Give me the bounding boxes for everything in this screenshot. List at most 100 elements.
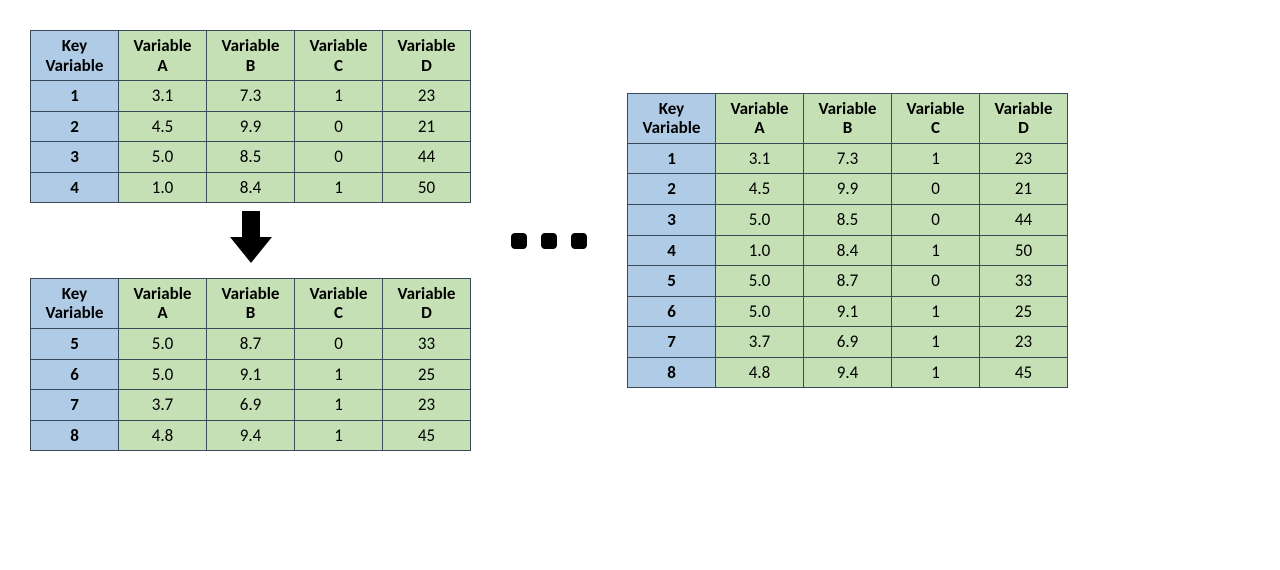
cell-var-a: 4.5 bbox=[119, 111, 207, 142]
cell-key: 4 bbox=[628, 235, 716, 266]
table-row: 55.08.7033 bbox=[628, 266, 1068, 297]
table-row: 65.09.1125 bbox=[31, 359, 471, 390]
cell-var-d: 50 bbox=[980, 235, 1068, 266]
cell-var-d: 23 bbox=[383, 81, 471, 112]
cell-var-a: 4.8 bbox=[716, 357, 804, 388]
header-var-d: VariableD bbox=[383, 278, 471, 328]
table-header-row: KeyVariable VariableA VariableB Variable… bbox=[31, 31, 471, 81]
cell-key: 2 bbox=[628, 174, 716, 205]
cell-var-d: 25 bbox=[383, 359, 471, 390]
table-row: 24.59.9021 bbox=[628, 174, 1068, 205]
cell-var-c: 0 bbox=[892, 205, 980, 236]
cell-var-c: 1 bbox=[295, 81, 383, 112]
cell-var-c: 1 bbox=[295, 390, 383, 421]
cell-var-d: 50 bbox=[383, 172, 471, 203]
cell-var-a: 1.0 bbox=[119, 172, 207, 203]
cell-var-b: 9.9 bbox=[804, 174, 892, 205]
cell-var-b: 8.5 bbox=[207, 142, 295, 173]
header-var-b: VariableB bbox=[804, 93, 892, 143]
table-merged-body: 13.17.312324.59.902135.08.504441.08.4150… bbox=[628, 143, 1068, 387]
cell-key: 3 bbox=[628, 205, 716, 236]
header-var-c: VariableC bbox=[295, 31, 383, 81]
cell-var-a: 1.0 bbox=[716, 235, 804, 266]
cell-key: 7 bbox=[628, 327, 716, 358]
cell-var-a: 5.0 bbox=[119, 359, 207, 390]
cell-var-c: 1 bbox=[892, 327, 980, 358]
cell-key: 8 bbox=[31, 420, 119, 451]
table-merged: KeyVariable VariableA VariableB Variable… bbox=[627, 93, 1068, 388]
cell-var-c: 0 bbox=[295, 111, 383, 142]
cell-var-a: 5.0 bbox=[119, 328, 207, 359]
cell-var-d: 44 bbox=[383, 142, 471, 173]
cell-key: 1 bbox=[31, 81, 119, 112]
diagram-layout: KeyVariable VariableA VariableB Variable… bbox=[30, 30, 1250, 451]
cell-var-b: 8.7 bbox=[207, 328, 295, 359]
table-row: 35.08.5044 bbox=[628, 205, 1068, 236]
cell-key: 7 bbox=[31, 390, 119, 421]
cell-key: 3 bbox=[31, 142, 119, 173]
cell-var-c: 1 bbox=[892, 357, 980, 388]
cell-var-a: 3.1 bbox=[716, 143, 804, 174]
table-top-body: 13.17.312324.59.902135.08.504441.08.4150 bbox=[31, 81, 471, 203]
header-var-d: VariableD bbox=[383, 31, 471, 81]
cell-var-b: 9.1 bbox=[804, 296, 892, 327]
cell-var-b: 9.4 bbox=[804, 357, 892, 388]
header-var-a: VariableA bbox=[716, 93, 804, 143]
cell-key: 2 bbox=[31, 111, 119, 142]
cell-var-c: 1 bbox=[295, 420, 383, 451]
header-key: KeyVariable bbox=[31, 31, 119, 81]
cell-var-c: 0 bbox=[295, 328, 383, 359]
table-row: 35.08.5044 bbox=[31, 142, 471, 173]
table-row: 65.09.1125 bbox=[628, 296, 1068, 327]
cell-var-b: 7.3 bbox=[804, 143, 892, 174]
cell-key: 6 bbox=[628, 296, 716, 327]
cell-var-a: 4.5 bbox=[716, 174, 804, 205]
cell-var-c: 1 bbox=[295, 172, 383, 203]
table-row: 73.76.9123 bbox=[628, 327, 1068, 358]
right-column: KeyVariable VariableA VariableB Variable… bbox=[627, 93, 1068, 388]
ellipsis-icon bbox=[511, 233, 587, 249]
cell-var-d: 44 bbox=[980, 205, 1068, 236]
table-row: 84.89.4145 bbox=[628, 357, 1068, 388]
cell-var-c: 0 bbox=[892, 174, 980, 205]
cell-key: 4 bbox=[31, 172, 119, 203]
header-var-c: VariableC bbox=[892, 93, 980, 143]
cell-var-d: 45 bbox=[980, 357, 1068, 388]
cell-var-c: 1 bbox=[892, 235, 980, 266]
header-var-a: VariableA bbox=[119, 31, 207, 81]
cell-var-a: 4.8 bbox=[119, 420, 207, 451]
cell-key: 5 bbox=[31, 328, 119, 359]
cell-var-b: 7.3 bbox=[207, 81, 295, 112]
table-row: 55.08.7033 bbox=[31, 328, 471, 359]
table-row: 24.59.9021 bbox=[31, 111, 471, 142]
cell-var-a: 3.7 bbox=[716, 327, 804, 358]
cell-var-d: 21 bbox=[980, 174, 1068, 205]
cell-var-b: 9.4 bbox=[207, 420, 295, 451]
table-row: 73.76.9123 bbox=[31, 390, 471, 421]
cell-key: 5 bbox=[628, 266, 716, 297]
cell-var-c: 1 bbox=[892, 143, 980, 174]
cell-var-b: 8.5 bbox=[804, 205, 892, 236]
cell-var-b: 6.9 bbox=[207, 390, 295, 421]
header-var-d: VariableD bbox=[980, 93, 1068, 143]
table-header-row: KeyVariable VariableA VariableB Variable… bbox=[31, 278, 471, 328]
left-column: KeyVariable VariableA VariableB Variable… bbox=[30, 30, 471, 451]
cell-key: 1 bbox=[628, 143, 716, 174]
cell-var-d: 33 bbox=[980, 266, 1068, 297]
cell-var-a: 3.1 bbox=[119, 81, 207, 112]
header-key: KeyVariable bbox=[31, 278, 119, 328]
table-bottom-body: 55.08.703365.09.112573.76.912384.89.4145 bbox=[31, 328, 471, 450]
cell-var-d: 21 bbox=[383, 111, 471, 142]
table-bottom: KeyVariable VariableA VariableB Variable… bbox=[30, 278, 471, 451]
cell-var-a: 5.0 bbox=[119, 142, 207, 173]
cell-var-b: 6.9 bbox=[804, 327, 892, 358]
cell-var-c: 1 bbox=[892, 296, 980, 327]
cell-var-a: 5.0 bbox=[716, 205, 804, 236]
cell-var-a: 5.0 bbox=[716, 296, 804, 327]
cell-var-a: 3.7 bbox=[119, 390, 207, 421]
cell-var-d: 23 bbox=[980, 143, 1068, 174]
table-header-row: KeyVariable VariableA VariableB Variable… bbox=[628, 93, 1068, 143]
table-row: 84.89.4145 bbox=[31, 420, 471, 451]
cell-var-b: 8.4 bbox=[207, 172, 295, 203]
cell-var-b: 8.4 bbox=[804, 235, 892, 266]
